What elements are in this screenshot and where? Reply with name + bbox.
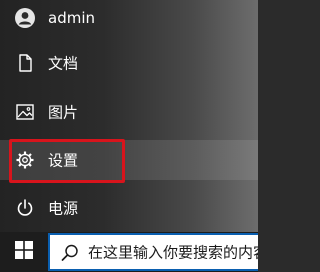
windows-logo-icon [15,241,33,263]
taskbar: 在这里输入你要搜索的内容 [0,232,258,272]
menu-item-label: 图片 [48,103,79,122]
menu-item-label: admin [48,9,95,27]
start-menu: admin 文档 图片 设置 电源 [0,0,258,232]
document-icon [14,52,36,74]
menu-item-documents[interactable]: 文档 [0,43,258,83]
highlight-box [9,139,125,183]
user-avatar-icon [14,7,36,29]
power-icon [14,197,36,219]
start-button[interactable] [0,232,48,272]
menu-item-power[interactable]: 电源 [0,188,258,228]
menu-item-label: 电源 [48,199,79,218]
picture-icon [14,101,36,123]
search-icon [60,243,80,263]
menu-item-user[interactable]: admin [0,0,258,38]
search-input[interactable]: 在这里输入你要搜索的内容 [48,233,258,271]
menu-item-label: 文档 [48,54,79,73]
menu-item-pictures[interactable]: 图片 [0,92,258,132]
search-placeholder: 在这里输入你要搜索的内容 [88,243,258,262]
